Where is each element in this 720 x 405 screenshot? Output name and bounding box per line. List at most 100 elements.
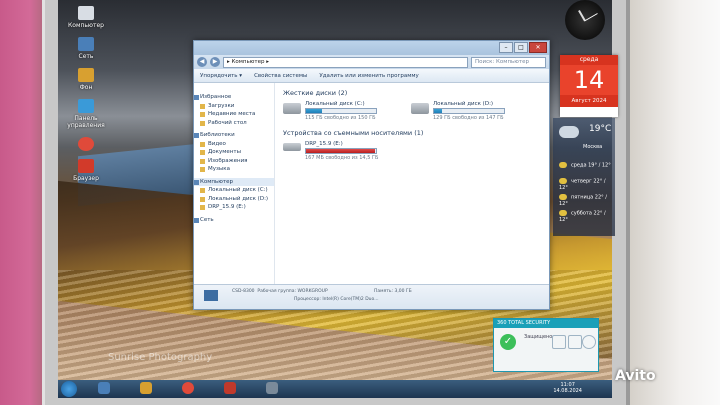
desktop-icon-control-panel[interactable]: Панель управления bbox=[66, 99, 106, 129]
weather-temperature: 19°C bbox=[589, 124, 612, 134]
computer-icon bbox=[78, 6, 94, 20]
drive-icon bbox=[200, 196, 205, 202]
sidebar-item-downloads[interactable]: Загрузки bbox=[194, 102, 274, 111]
sidebar-item-drive-e[interactable]: DRP_15.9 (E:) bbox=[194, 203, 274, 212]
computer-name: CSD-8300 Рабочая группа: WORKGROUP bbox=[232, 289, 328, 294]
library-icon bbox=[194, 133, 199, 138]
image-icon bbox=[78, 68, 94, 82]
drive-e[interactable]: DRP_15.9 (E:) 167 МБ свободно из 14,5 ГБ bbox=[283, 141, 383, 161]
memory-info: Память: 3,00 ГБ bbox=[374, 289, 412, 294]
desktop-icon-background[interactable]: Фон bbox=[66, 68, 106, 91]
network-icon bbox=[78, 37, 94, 51]
sidebar-item-video[interactable]: Видео bbox=[194, 140, 274, 149]
address-bar[interactable]: ▸ Компьютер ▸ bbox=[223, 56, 468, 68]
close-button[interactable]: ✕ bbox=[529, 42, 547, 53]
hard-drives-heading: Жесткие диски (2) bbox=[283, 89, 348, 97]
avito-watermark: Avito bbox=[615, 368, 656, 384]
desktop-icon-chrome[interactable] bbox=[66, 137, 106, 151]
antivirus-popup[interactable]: 360 TOTAL SECURITY ✓ Защищено bbox=[493, 318, 599, 372]
start-button[interactable] bbox=[61, 381, 77, 397]
command-bar: Упорядочить ▾ Свойства системы Удалить и… bbox=[194, 69, 549, 83]
cleanup-button[interactable] bbox=[568, 335, 582, 349]
shield-check-icon: ✓ bbox=[500, 334, 516, 350]
taskbar-app-icon[interactable] bbox=[224, 382, 236, 394]
scan-button[interactable] bbox=[552, 335, 566, 349]
wallpaper-caption: Sunrise Photography bbox=[108, 352, 213, 363]
sidebar-item-network[interactable]: Сеть bbox=[194, 216, 274, 225]
weather-city: Москва bbox=[583, 144, 603, 150]
computer-icon bbox=[194, 179, 199, 185]
maximize-button[interactable]: □ bbox=[514, 42, 528, 53]
taskbar-app-icon[interactable] bbox=[98, 382, 110, 394]
clock-gadget[interactable] bbox=[565, 0, 605, 40]
desktop-icon-network[interactable]: Сеть bbox=[66, 37, 106, 60]
calendar-day: 14 bbox=[560, 65, 618, 95]
browser-icon bbox=[78, 159, 94, 173]
drive-d[interactable]: Локальный диск (D:) 129 ГБ свободно из 1… bbox=[411, 101, 511, 121]
speedup-button[interactable] bbox=[582, 335, 596, 349]
uninstall-program-button[interactable]: Удалить или изменить программу bbox=[319, 73, 418, 79]
organize-button[interactable]: Упорядочить ▾ bbox=[200, 73, 242, 79]
sidebar-item-documents[interactable]: Документы bbox=[194, 148, 274, 157]
antivirus-status: Защищено bbox=[524, 334, 553, 340]
network-icon bbox=[194, 217, 199, 223]
sidebar-item-pictures[interactable]: Изображения bbox=[194, 157, 274, 166]
folder-icon bbox=[200, 167, 205, 172]
system-clock[interactable]: 11:07 14.08.2024 bbox=[553, 382, 582, 394]
minimize-button[interactable]: – bbox=[499, 42, 513, 53]
sidebar-item-desktop[interactable]: Рабочий стол bbox=[194, 119, 274, 128]
sidebar-item-drive-c[interactable]: Локальный диск (C:) bbox=[194, 186, 274, 195]
taskbar-app-icon[interactable] bbox=[266, 382, 278, 394]
calendar-gadget[interactable]: среда 14 Август 2024 bbox=[560, 55, 618, 117]
title-bar[interactable]: – □ ✕ bbox=[194, 41, 549, 55]
drive-c[interactable]: Локальный диск (C:) 115 ГБ свободно из 1… bbox=[283, 101, 383, 121]
sun-icon bbox=[559, 162, 567, 168]
sun-icon bbox=[559, 194, 567, 200]
sidebar-item-drive-d[interactable]: Локальный диск (D:) bbox=[194, 195, 274, 204]
desktop-icons: Компьютер Сеть Фон Панель управления Бра… bbox=[66, 6, 106, 190]
navigation-pane: Избранное Загрузки Недавние места Рабочи… bbox=[194, 83, 275, 291]
folder-icon bbox=[200, 120, 205, 126]
system-properties-button[interactable]: Свойства системы bbox=[254, 73, 307, 79]
back-button[interactable]: ◀ bbox=[197, 57, 207, 67]
desktop-icon-browser[interactable]: Браузер bbox=[66, 159, 106, 182]
folder-icon bbox=[200, 141, 205, 147]
forecast-item: суббота 22° / 12° bbox=[559, 210, 606, 223]
clock-minute-hand bbox=[584, 13, 598, 22]
antivirus-title: 360 TOTAL SECURITY bbox=[494, 319, 598, 328]
sidebar-item-computer[interactable]: Компьютер bbox=[194, 177, 274, 186]
usb-drive-icon bbox=[200, 205, 205, 210]
usb-drive-icon bbox=[283, 143, 301, 151]
sidebar-item-recent[interactable]: Недавние места bbox=[194, 110, 274, 119]
forecast-item: пятница 22° / 12° bbox=[559, 194, 607, 207]
details-pane: CSD-8300 Рабочая группа: WORKGROUP Памят… bbox=[194, 284, 549, 309]
hard-drive-icon bbox=[283, 103, 301, 114]
sun-icon bbox=[559, 178, 567, 184]
drives-view: Жесткие диски (2) Локальный диск (C:) 11… bbox=[275, 83, 549, 291]
drive-usage-bar bbox=[305, 108, 377, 114]
hard-drive-icon bbox=[411, 103, 429, 114]
desktop-icon-computer[interactable]: Компьютер bbox=[66, 6, 106, 29]
computer-icon bbox=[204, 290, 218, 301]
forward-button[interactable]: ▶ bbox=[210, 57, 220, 67]
sidebar-item-music[interactable]: Музыка bbox=[194, 165, 274, 174]
sidebar-item-favorites[interactable]: Избранное bbox=[194, 93, 274, 102]
address-bar-row: ◀ ▶ ▸ Компьютер ▸ Поиск: Компьютер bbox=[194, 55, 549, 69]
explorer-window: – □ ✕ ◀ ▶ ▸ Компьютер ▸ Поиск: Компьютер… bbox=[193, 40, 550, 310]
drive-usage-bar bbox=[433, 108, 505, 114]
drive-usage-bar bbox=[305, 148, 377, 154]
chrome-icon bbox=[78, 137, 94, 151]
taskbar-app-icon[interactable] bbox=[140, 382, 152, 394]
sidebar-item-libraries[interactable]: Библиотеки bbox=[194, 131, 274, 140]
folder-icon bbox=[200, 112, 205, 117]
folder-icon bbox=[200, 150, 205, 155]
weather-gadget[interactable]: 19°C Москва среда 19° / 12° четверг 22° … bbox=[553, 118, 615, 236]
taskbar-app-icon[interactable] bbox=[182, 382, 194, 394]
processor-info: Процессор: Intel(R) Core(TM)2 Duo... bbox=[294, 297, 379, 302]
taskbar: 11:07 14.08.2024 bbox=[58, 380, 612, 398]
control-panel-icon bbox=[78, 99, 94, 113]
removable-heading: Устройства со съемными носителями (1) bbox=[283, 129, 424, 137]
search-input[interactable]: Поиск: Компьютер bbox=[471, 56, 546, 68]
folder-icon bbox=[200, 158, 205, 164]
folder-icon bbox=[200, 103, 205, 109]
